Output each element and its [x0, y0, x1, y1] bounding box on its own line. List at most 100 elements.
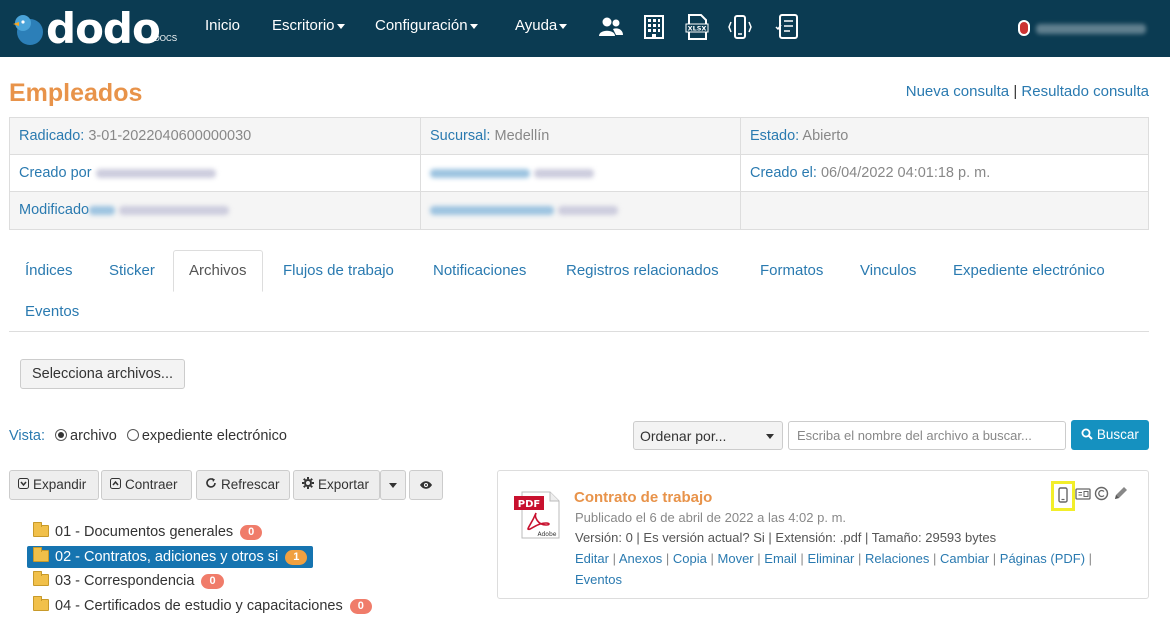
refresh-label: Refrescar: [221, 477, 280, 492]
expand-label: Expandir: [33, 477, 87, 492]
new-query-link[interactable]: Nueva consulta: [906, 83, 1009, 100]
user-menu[interactable]: [1018, 18, 1148, 38]
tab-flujos[interactable]: Flujos de trabajo: [283, 262, 394, 279]
tab-archivos[interactable]: Archivos: [173, 250, 263, 292]
link-separator: |: [1013, 83, 1018, 100]
link-separator: |: [710, 551, 714, 566]
file-published: Publicado el 6 de abril de 2022 a las 4:…: [575, 510, 847, 525]
creado-el-cell: Creado el: 06/04/2022 04:01:18 p. m.: [741, 155, 1148, 191]
building-icon[interactable]: [641, 14, 667, 40]
sucursal-label: Sucursal:: [430, 128, 491, 144]
pdf-file-icon[interactable]: PDF Adobe: [514, 491, 560, 539]
creado-desde-cell: [421, 155, 741, 191]
folder-item[interactable]: 03 - Correspondencia 0: [33, 570, 224, 592]
sucursal-value: Medellín: [494, 128, 550, 144]
count-badge: 0: [349, 599, 372, 614]
view-expediente-radio[interactable]: [126, 429, 139, 441]
tab-formatos[interactable]: Formatos: [760, 262, 823, 279]
pencil-icon[interactable]: [1113, 485, 1129, 501]
events-link[interactable]: Eventos: [575, 572, 622, 587]
link-separator: |: [665, 551, 670, 566]
id-card-icon[interactable]: [1075, 487, 1091, 501]
creado-por-cell: Creado por: [10, 155, 421, 191]
tab-registros[interactable]: Registros relacionados: [566, 262, 719, 279]
nav-escritorio-label: Escritorio: [272, 17, 335, 34]
pages-pdf-link[interactable]: Páginas (PDF): [1000, 551, 1085, 566]
tab-eventos[interactable]: Eventos: [25, 303, 79, 320]
users-icon[interactable]: [598, 14, 624, 40]
link-separator: |: [933, 551, 937, 566]
record-tabs: Índices Sticker Archivos Flujos de traba…: [9, 250, 1149, 332]
tab-expediente[interactable]: Expediente electrónico: [953, 262, 1105, 279]
file-title[interactable]: Contrato de trabajo: [574, 489, 712, 506]
folder-label: 04 - Certificados de estudio y capacitac…: [55, 598, 343, 614]
select-files-button[interactable]: Selecciona archivos...: [20, 359, 185, 389]
tab-vinculos[interactable]: Vinculos: [860, 262, 916, 279]
export-label: Exportar: [318, 477, 370, 492]
modificado-cell: Modificado: [10, 192, 421, 229]
record-info-grid: Radicado: 3-01-2022040600000030 Sucursal…: [9, 117, 1149, 230]
highlighted-mobile-action[interactable]: [1051, 481, 1075, 511]
redacted-value: [95, 168, 216, 178]
search-button[interactable]: Buscar: [1071, 420, 1149, 450]
creado-el-label: Creado el:: [750, 165, 817, 181]
email-link[interactable]: Email: [764, 551, 797, 566]
top-navbar: dodo DOCS Inicio Escritorio Configuració…: [0, 0, 1170, 57]
relations-link[interactable]: Relaciones: [865, 551, 929, 566]
top-links: Nueva consulta | Resultado consulta: [906, 83, 1149, 100]
link-separator: |: [612, 551, 616, 566]
caret-down-icon: [336, 23, 345, 29]
move-link[interactable]: Mover: [718, 551, 754, 566]
export-button[interactable]: Exportar: [293, 470, 380, 500]
annexes-link[interactable]: Anexos: [619, 551, 662, 566]
tab-sticker[interactable]: Sticker: [109, 262, 155, 279]
folder-icon: [33, 547, 49, 562]
sort-select[interactable]: Ordenar por...: [633, 421, 783, 450]
preview-toggle-button[interactable]: [409, 470, 443, 500]
refresh-icon: [206, 478, 216, 488]
sucursal-cell: Sucursal: Medellín: [421, 118, 741, 154]
caret-down-icon: [559, 23, 568, 29]
link-separator: |: [992, 551, 997, 566]
export-dropdown-button[interactable]: [380, 470, 406, 500]
redacted-value: [534, 168, 595, 178]
nav-configuracion[interactable]: Configuración: [375, 17, 478, 34]
radicado-label: Radicado:: [19, 128, 85, 144]
copyright-circle-icon[interactable]: [1094, 486, 1109, 501]
query-result-link[interactable]: Resultado consulta: [1021, 83, 1149, 100]
delete-link[interactable]: Eliminar: [807, 551, 854, 566]
refresh-button[interactable]: Refrescar: [196, 470, 290, 500]
brand-name: dodo: [46, 4, 161, 53]
folder-label: 01 - Documentos generales: [55, 524, 234, 540]
tab-notificaciones[interactable]: Notificaciones: [433, 262, 526, 279]
change-link[interactable]: Cambiar: [940, 551, 989, 566]
tab-indices[interactable]: Índices: [25, 262, 73, 279]
expand-button[interactable]: Expandir: [9, 470, 99, 500]
xlsx-icon[interactable]: XLSX: [684, 14, 710, 40]
caret-down-icon: [389, 482, 397, 488]
expand-icon: [18, 478, 29, 489]
dodo-logo[interactable]: dodo DOCS: [10, 4, 180, 53]
collapse-icon: [110, 478, 121, 489]
estado-cell: Estado: Abierto: [741, 118, 1148, 154]
file-search-input[interactable]: Escriba el nombre del archivo a buscar..…: [788, 421, 1066, 450]
view-archivo-radio[interactable]: [55, 429, 68, 441]
nav-configuracion-label: Configuración: [375, 17, 468, 34]
folder-item[interactable]: 04 - Certificados de estudio y capacitac…: [33, 595, 372, 617]
nav-inicio[interactable]: Inicio: [205, 17, 240, 34]
edit-link[interactable]: Editar: [575, 551, 609, 566]
checklist-icon[interactable]: [775, 14, 801, 40]
folder-item[interactable]: 01 - Documentos generales 0: [33, 521, 263, 543]
modificado-label: Modificado: [19, 202, 90, 218]
nav-escritorio[interactable]: Escritorio: [272, 17, 345, 34]
pdf-brand: Adobe: [538, 531, 557, 538]
view-archivo-label[interactable]: archivo: [70, 428, 117, 444]
copy-link[interactable]: Copia: [673, 551, 707, 566]
view-expediente-label[interactable]: expediente electrónico: [142, 428, 287, 444]
folder-icon: [33, 596, 49, 611]
folder-item-selected[interactable]: 02 - Contratos, adiciones y otros si 1: [27, 546, 314, 568]
collapse-button[interactable]: Contraer: [101, 470, 192, 500]
nav-ayuda[interactable]: Ayuda: [515, 17, 568, 34]
mobile-vibrate-icon[interactable]: [727, 14, 753, 40]
count-badge: 1: [285, 550, 308, 565]
